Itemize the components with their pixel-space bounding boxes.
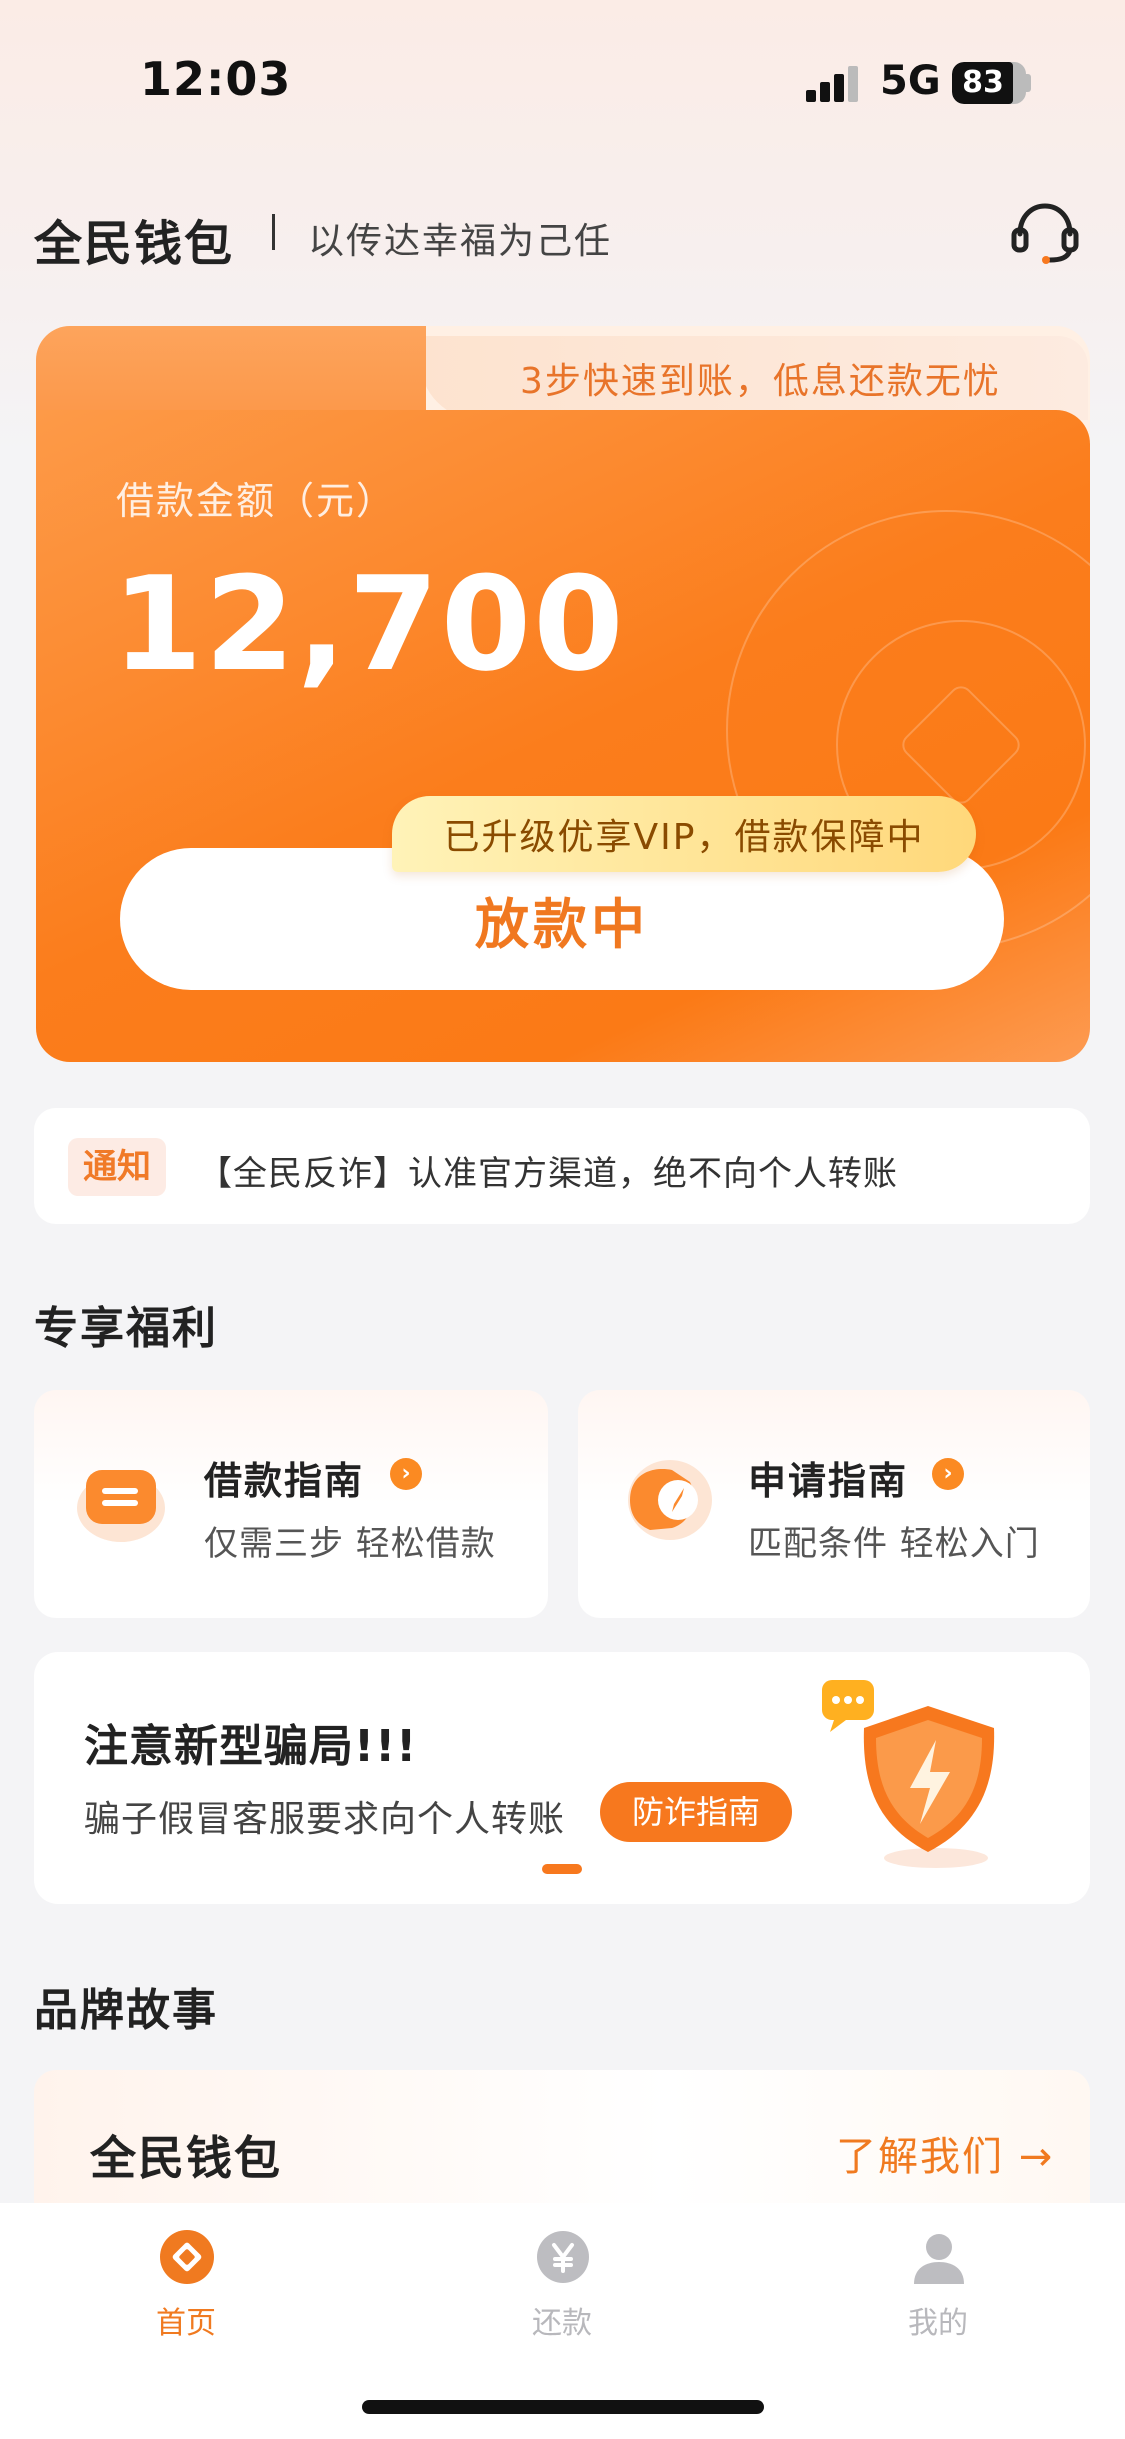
vip-badge-text: 已升级优享VIP，借款保障中 xyxy=(443,817,925,858)
ticket-icon xyxy=(77,1470,165,1542)
loan-card-tagline: 3步快速到账，低息还款无忧 xyxy=(520,361,1001,402)
apply-guide-title: 申请指南 xyxy=(748,1459,909,1503)
benefits-title: 专享福利 xyxy=(34,1303,218,1354)
battery-level: 83 xyxy=(962,65,1004,100)
tab-repay-label: 还款 xyxy=(532,2306,592,2341)
tab-home-label: 首页 xyxy=(156,2306,216,2341)
tab-mine[interactable]: 我的 xyxy=(858,2220,1018,2341)
compass-icon xyxy=(628,1460,712,1540)
loan-amount: 12,700 xyxy=(112,548,626,700)
vip-badge: 已升级优享VIP，借款保障中 xyxy=(392,796,976,872)
header-divider xyxy=(272,214,275,250)
battery-icon: 83 xyxy=(952,62,1026,104)
tab-home[interactable]: 首页 xyxy=(106,2220,266,2341)
home-indicator xyxy=(362,2400,764,2414)
loan-amount-label: 借款金额（元） xyxy=(116,479,397,523)
app-brand: 全民钱包 xyxy=(34,216,235,272)
loan-guide-subtitle: 仅需三步 轻松借款 xyxy=(204,1524,496,1564)
status-time: 12:03 xyxy=(140,52,292,106)
tab-repay[interactable]: 还款 xyxy=(482,2220,642,2341)
shield-lightning-icon xyxy=(822,1680,995,1868)
yen-icon xyxy=(537,2231,589,2283)
signal-icon xyxy=(806,66,860,102)
anti-fraud-guide-button[interactable]: 防诈指南 xyxy=(600,1782,792,1842)
loan-guide-title: 借款指南 xyxy=(204,1459,365,1503)
user-icon xyxy=(914,2234,964,2284)
disbursing-button-label: 放款中 xyxy=(475,892,649,956)
brand-story-title: 品牌故事 xyxy=(34,1985,218,2036)
network-type: 5G xyxy=(880,58,941,104)
battery-cap xyxy=(1026,74,1031,92)
app-slogan: 以传达幸福为己任 xyxy=(308,221,613,262)
chevron-right-icon: › xyxy=(932,1458,964,1490)
apply-guide-subtitle: 匹配条件 轻松入门 xyxy=(748,1524,1040,1564)
notice-badge: 通知 xyxy=(68,1138,166,1196)
fraud-warning-subtitle: 骗子假冒客服要求向个人转账 xyxy=(84,1799,566,1840)
fraud-warning-title: 注意新型骗局!!! xyxy=(84,1721,418,1772)
brand-story-card-title: 全民钱包 xyxy=(90,2131,282,2185)
notice-text: 【全民反诈】认准官方渠道，绝不向个人转账 xyxy=(198,1154,898,1194)
carousel-indicator xyxy=(542,1864,582,1874)
about-us-link[interactable]: 了解我们 → xyxy=(836,2124,1054,2182)
chevron-right-icon: › xyxy=(390,1458,422,1490)
home-icon xyxy=(160,2230,214,2284)
headset-icon[interactable] xyxy=(1008,200,1082,266)
tab-mine-label: 我的 xyxy=(908,2306,968,2341)
